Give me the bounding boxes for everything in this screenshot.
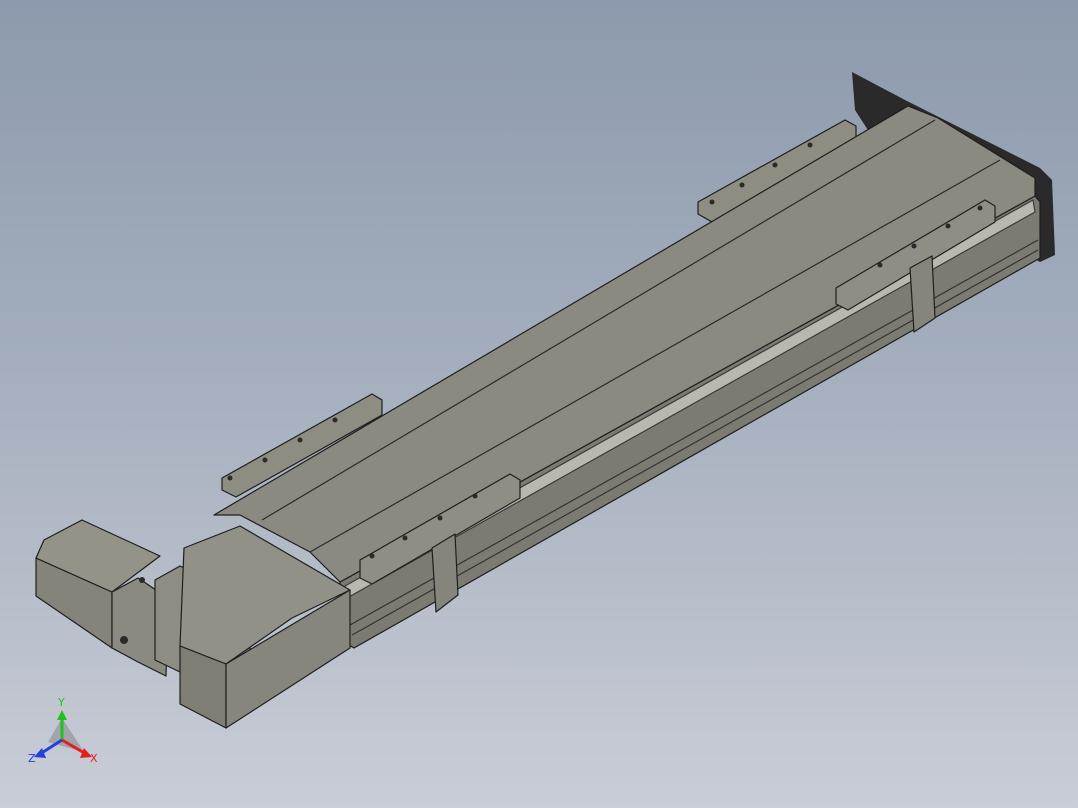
- top-cover: [213, 105, 1036, 583]
- triad-z-label: Z: [28, 752, 36, 765]
- y-axis-arrow: [57, 710, 67, 720]
- triad-x-label: X: [90, 752, 98, 765]
- triad-y-label: Y: [57, 696, 65, 709]
- coordinate-triad: Y X Z: [28, 696, 98, 765]
- sensor-bracket-far: [909, 255, 936, 333]
- linear-actuator-3d-model[interactable]: [0, 0, 1078, 808]
- cad-3d-viewport[interactable]: Y X Z: [0, 0, 1078, 808]
- sensor-bracket-near: [431, 533, 459, 613]
